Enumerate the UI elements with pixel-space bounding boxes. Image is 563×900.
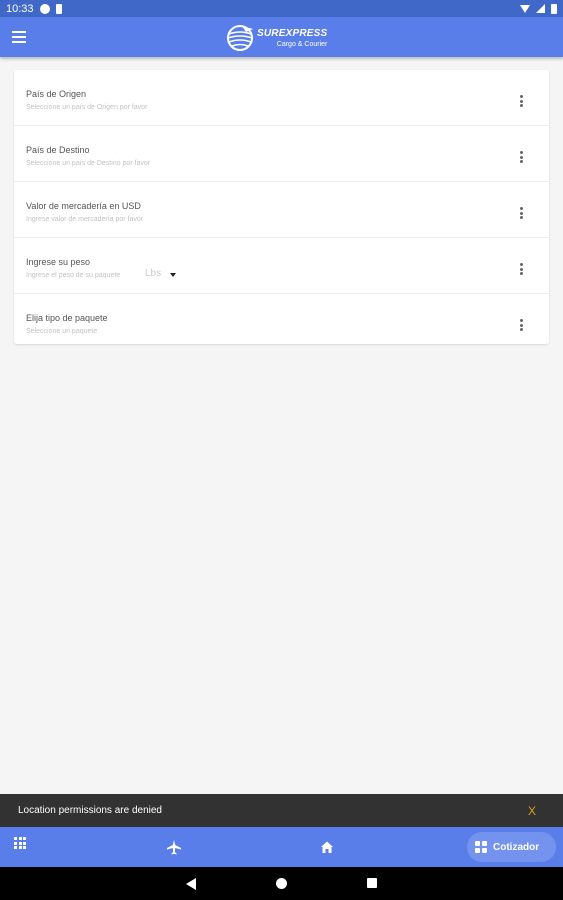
battery-icon bbox=[551, 3, 557, 14]
system-nav-bar bbox=[0, 867, 563, 900]
status-left: 10:33 bbox=[6, 3, 62, 15]
logo-name: SUREXPRESS bbox=[257, 27, 328, 39]
recents-icon[interactable] bbox=[367, 878, 377, 888]
dropdown-caret-icon[interactable] bbox=[170, 273, 176, 277]
sim-card-icon bbox=[55, 3, 62, 14]
field-hint: Seleccione un país de Origen por favor bbox=[26, 104, 148, 111]
more-vert-icon[interactable] bbox=[520, 95, 523, 107]
home-icon[interactable] bbox=[319, 839, 335, 855]
status-right bbox=[520, 3, 557, 14]
cotizador-label: Cotizador bbox=[493, 841, 540, 853]
more-vert-icon[interactable] bbox=[520, 207, 523, 219]
field-label: Valor de mercadería en USD bbox=[26, 201, 141, 211]
menu-icon[interactable] bbox=[12, 31, 26, 43]
app-logo: SUREXPRESS Cargo & Courier bbox=[226, 23, 338, 53]
field-hint: Seleccione un país de Destino por favor bbox=[26, 160, 151, 167]
plane-icon[interactable] bbox=[166, 839, 182, 855]
sync-icon bbox=[39, 3, 50, 14]
app-bar: SUREXPRESS Cargo & Courier bbox=[0, 17, 563, 57]
field-label: País de Destino bbox=[26, 145, 90, 155]
package-type-field[interactable]: Elija tipo de paquete Seleccione un paqu… bbox=[14, 294, 549, 344]
globe-logo-icon bbox=[227, 25, 253, 51]
status-bar: 10:33 bbox=[0, 0, 563, 17]
field-label: País de Origen bbox=[26, 89, 87, 99]
home-circle-icon[interactable] bbox=[276, 878, 287, 889]
more-vert-icon[interactable] bbox=[520, 319, 523, 331]
cotizador-tab[interactable]: Cotizador bbox=[467, 832, 556, 862]
status-time: 10:33 bbox=[6, 2, 34, 15]
merchandise-value-field[interactable]: Valor de mercadería en USD Ingrese valor… bbox=[14, 182, 549, 238]
more-vert-icon[interactable] bbox=[520, 263, 523, 275]
calculator-icon bbox=[475, 841, 487, 853]
grid-icon[interactable] bbox=[14, 837, 26, 849]
snackbar-dismiss-button[interactable]: X bbox=[528, 804, 536, 818]
field-label: Elija tipo de paquete bbox=[26, 313, 108, 323]
back-icon[interactable] bbox=[186, 878, 196, 890]
field-label: Ingrese su peso bbox=[26, 257, 91, 267]
wifi-icon bbox=[520, 4, 530, 13]
snackbar: Location permissions are denied X bbox=[0, 794, 563, 827]
origin-country-field[interactable]: País de Origen Seleccione un país de Ori… bbox=[14, 70, 549, 126]
bottom-nav: Cotizador bbox=[0, 827, 563, 867]
logo-subtitle: Cargo & Courier bbox=[276, 40, 328, 48]
field-hint: Ingrese valor de mercadería por favor bbox=[26, 216, 144, 223]
weight-field[interactable]: Ingrese su peso Ingrese el peso de su pa… bbox=[14, 238, 549, 294]
field-hint: Ingrese el peso de su paquete bbox=[26, 272, 121, 279]
field-hint: Seleccione un paquete bbox=[26, 328, 98, 335]
signal-icon bbox=[536, 4, 545, 13]
more-vert-icon[interactable] bbox=[520, 151, 523, 163]
snackbar-message: Location permissions are denied bbox=[18, 805, 162, 816]
quote-form-card: País de Origen Seleccione un país de Ori… bbox=[14, 70, 549, 344]
destination-country-field[interactable]: País de Destino Seleccione un país de De… bbox=[14, 126, 549, 182]
weight-unit-select[interactable]: Lbs bbox=[145, 268, 161, 279]
logo-text: SUREXPRESS Cargo & Courier bbox=[257, 27, 328, 48]
